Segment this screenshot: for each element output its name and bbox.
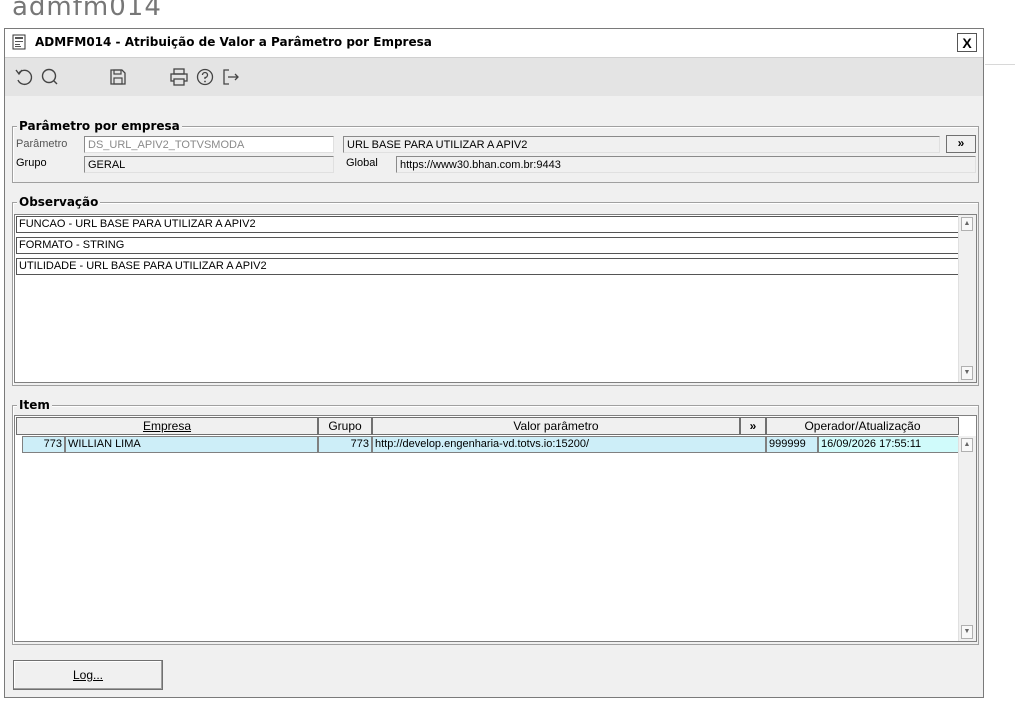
observacao-group: Observação FUNCAO - URL BASE PARA UTILIZ…: [12, 195, 979, 386]
global-label: Global: [346, 157, 378, 169]
background-page-title: admfm014: [12, 0, 162, 22]
dialog-window: ADMFM014 - Atribuição de Valor a Parâmet…: [4, 28, 984, 698]
header-operador-atualizacao[interactable]: Operador/Atualização: [766, 417, 959, 435]
cell-empresa-code[interactable]: 773: [22, 436, 65, 453]
header-empresa[interactable]: Empresa: [16, 417, 318, 435]
item-grid[interactable]: Empresa Grupo Valor parâmetro » Operador…: [14, 415, 977, 642]
toolbar: [5, 58, 983, 96]
expand-valor-button[interactable]: »: [740, 417, 766, 435]
global-field: https://www30.bhan.com.br:9443: [396, 156, 976, 173]
descricao-field: URL BASE PARA UTILIZAR A APIV2: [343, 136, 940, 153]
scroll-down-icon[interactable]: ▼: [961, 625, 973, 639]
print-icon[interactable]: [168, 66, 190, 88]
exit-icon[interactable]: [220, 66, 242, 88]
undo-icon[interactable]: [13, 66, 35, 88]
close-button[interactable]: X: [957, 33, 977, 52]
cell-empresa-name[interactable]: WILLIAN LIMA: [65, 436, 318, 453]
cell-atualizacao[interactable]: 16/09/2026 17:55:11: [818, 436, 959, 453]
window-title: ADMFM014 - Atribuição de Valor a Parâmet…: [35, 35, 432, 49]
log-button-label: Log...: [72, 668, 104, 682]
observacao-memo[interactable]: FUNCAO - URL BASE PARA UTILIZAR A APIV2 …: [14, 214, 977, 383]
header-grupo[interactable]: Grupo: [318, 417, 372, 435]
observacao-scrollbar[interactable]: ▲ ▼: [958, 215, 976, 382]
cell-grupo[interactable]: 773: [318, 436, 372, 453]
scroll-up-icon[interactable]: ▲: [961, 438, 973, 452]
background-divider: [985, 64, 1015, 65]
save-icon[interactable]: [107, 66, 129, 88]
app-document-icon: [12, 34, 26, 50]
observacao-line: FORMATO - STRING: [16, 237, 958, 254]
log-button[interactable]: Log...: [13, 660, 163, 690]
header-valor-parametro[interactable]: Valor parâmetro: [372, 417, 740, 435]
parametro-group: Parâmetro por empresa Parâmetro DS_URL_A…: [12, 119, 979, 183]
cell-valor-parametro[interactable]: http://develop.engenharia-vd.totvs.io:15…: [372, 436, 766, 453]
observacao-group-legend: Observação: [17, 195, 101, 209]
search-icon[interactable]: [39, 66, 61, 88]
item-group: Item Empresa Grupo Valor parâmetro » Ope…: [12, 398, 979, 645]
parametro-field[interactable]: DS_URL_APIV2_TOTVSMODA: [84, 136, 334, 153]
cell-operador[interactable]: 999999: [766, 436, 818, 453]
grupo-label: Grupo: [16, 157, 47, 169]
item-group-legend: Item: [17, 398, 52, 412]
help-icon[interactable]: [194, 66, 216, 88]
header-empresa-label: Empresa: [142, 419, 192, 433]
grupo-field: GERAL: [84, 156, 334, 173]
parametro-group-legend: Parâmetro por empresa: [17, 119, 182, 133]
observacao-line: FUNCAO - URL BASE PARA UTILIZAR A APIV2: [16, 216, 958, 233]
scroll-up-icon[interactable]: ▲: [961, 217, 973, 231]
parametro-label: Parâmetro: [16, 138, 68, 150]
item-scrollbar[interactable]: ▲ ▼: [958, 436, 976, 641]
title-bar: ADMFM014 - Atribuição de Valor a Parâmet…: [5, 29, 983, 58]
scroll-down-icon[interactable]: ▼: [961, 366, 973, 380]
expand-parametro-button[interactable]: »: [946, 135, 976, 153]
observacao-line: UTILIDADE - URL BASE PARA UTILIZAR A API…: [16, 258, 958, 275]
